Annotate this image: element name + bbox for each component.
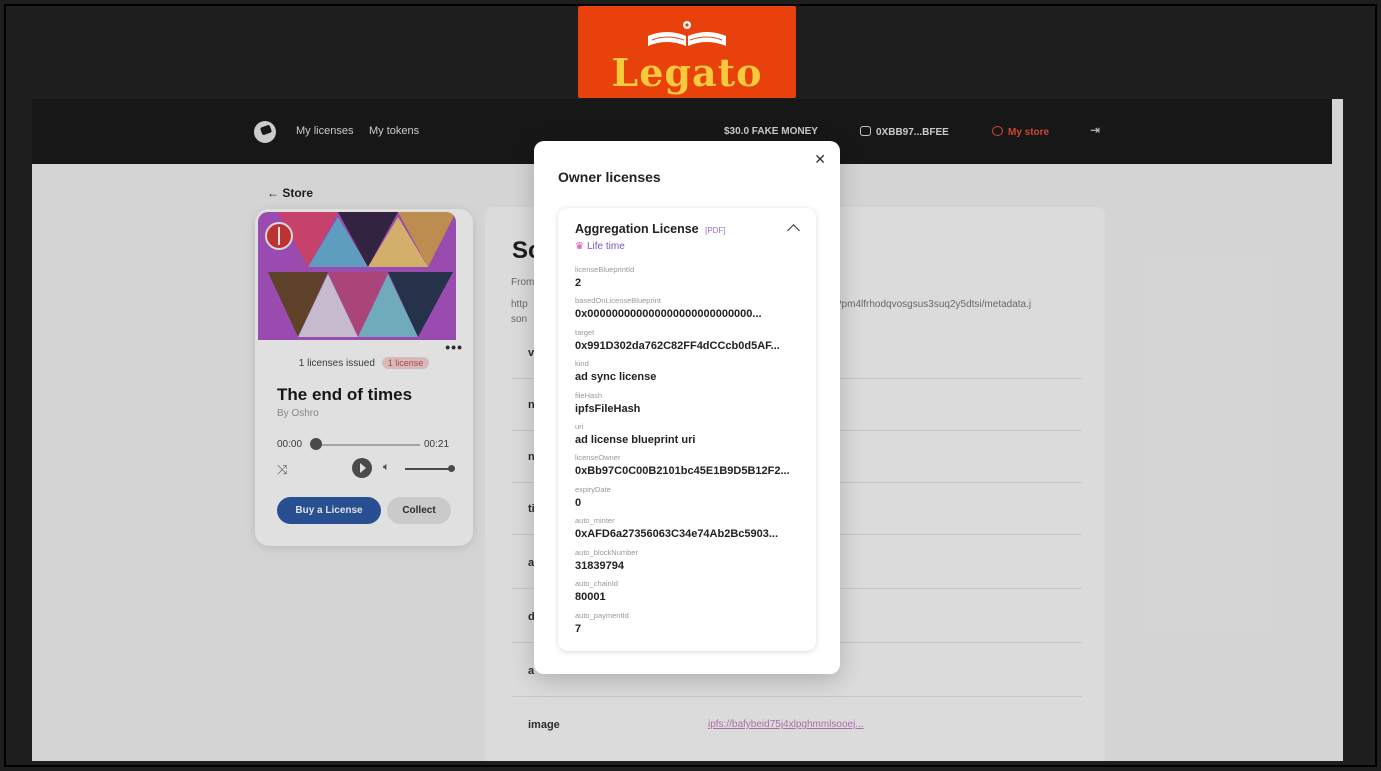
license-field: licenseOwner 0xBb97C0C00B2101bc45E1B9D5B1… — [575, 453, 810, 477]
field-key: licenseOwner — [575, 453, 621, 462]
field-key: expiryDate — [575, 485, 611, 494]
field-value: 0xAFD6a27356063C34e74Ab2Bc5903... — [575, 528, 779, 540]
field-key: auto_paymentId — [575, 611, 629, 620]
book-icon — [648, 21, 726, 46]
license-name[interactable]: Aggregation License [PDF] — [575, 222, 726, 236]
owner-licenses-modal: ✕ Owner licenses Aggregation License [PD… — [534, 141, 840, 674]
field-key: auto_chainId — [575, 579, 618, 588]
license-field: fileHash ipfsFileHash — [575, 391, 810, 415]
crown-icon: ♛ — [575, 241, 584, 252]
license-field: auto_paymentId 7 — [575, 611, 810, 635]
field-value: 0x991D302da762C82FF4dCCcb0d5AF... — [575, 340, 780, 352]
field-key: basedOnLicenseBlueprint — [575, 296, 661, 305]
field-value: 31839794 — [575, 560, 624, 572]
license-card: Aggregation License [PDF] ♛ Life time lic… — [558, 208, 816, 651]
legato-logo-banner: Legato — [578, 6, 796, 98]
field-value: 7 — [575, 623, 582, 635]
field-value: 2 — [575, 277, 582, 289]
license-duration: ♛ Life time — [575, 241, 625, 252]
field-value: ad sync license — [575, 371, 657, 383]
field-key: kind — [575, 359, 589, 368]
license-field: kind ad sync license — [575, 359, 810, 383]
field-key: target — [575, 328, 595, 337]
field-value: 0 — [575, 497, 582, 509]
field-value: 0xBb97C0C00B2101bc45E1B9D5B12F2... — [575, 465, 790, 477]
field-key: uri — [575, 422, 584, 431]
license-field: auto_minter 0xAFD6a27356063C34e74Ab2Bc590… — [575, 516, 810, 540]
license-field: basedOnLicenseBlueprint 0x000000000000000… — [575, 296, 810, 320]
license-field: expiryDate 0 — [575, 485, 810, 509]
field-value: ipfsFileHash — [575, 403, 641, 415]
chevron-up-icon[interactable] — [787, 224, 800, 237]
license-duration-text: Life time — [586, 241, 625, 252]
field-value: ad license blueprint uri — [575, 434, 696, 446]
field-value: 0x000000000000000000000000000... — [575, 308, 762, 320]
close-icon[interactable]: ✕ — [814, 151, 826, 168]
modal-title: Owner licenses — [558, 169, 661, 185]
license-field: auto_blockNumber 31839794 — [575, 548, 810, 572]
field-key: fileHash — [575, 391, 603, 400]
field-value: 80001 — [575, 591, 606, 603]
license-field: target 0x991D302da762C82FF4dCCcb0d5AF... — [575, 328, 810, 352]
pdf-link[interactable]: [PDF] — [705, 226, 725, 235]
field-key: auto_blockNumber — [575, 548, 638, 557]
license-name-text: Aggregation License — [575, 222, 699, 236]
license-field: uri ad license blueprint uri — [575, 422, 810, 446]
field-key: licenseBlueprintId — [575, 265, 635, 274]
license-field: licenseBlueprintId 2 — [575, 265, 810, 289]
field-key: auto_minter — [575, 516, 615, 525]
legato-logo-text: Legato — [611, 50, 763, 95]
license-field: auto_chainId 80001 — [575, 579, 810, 603]
